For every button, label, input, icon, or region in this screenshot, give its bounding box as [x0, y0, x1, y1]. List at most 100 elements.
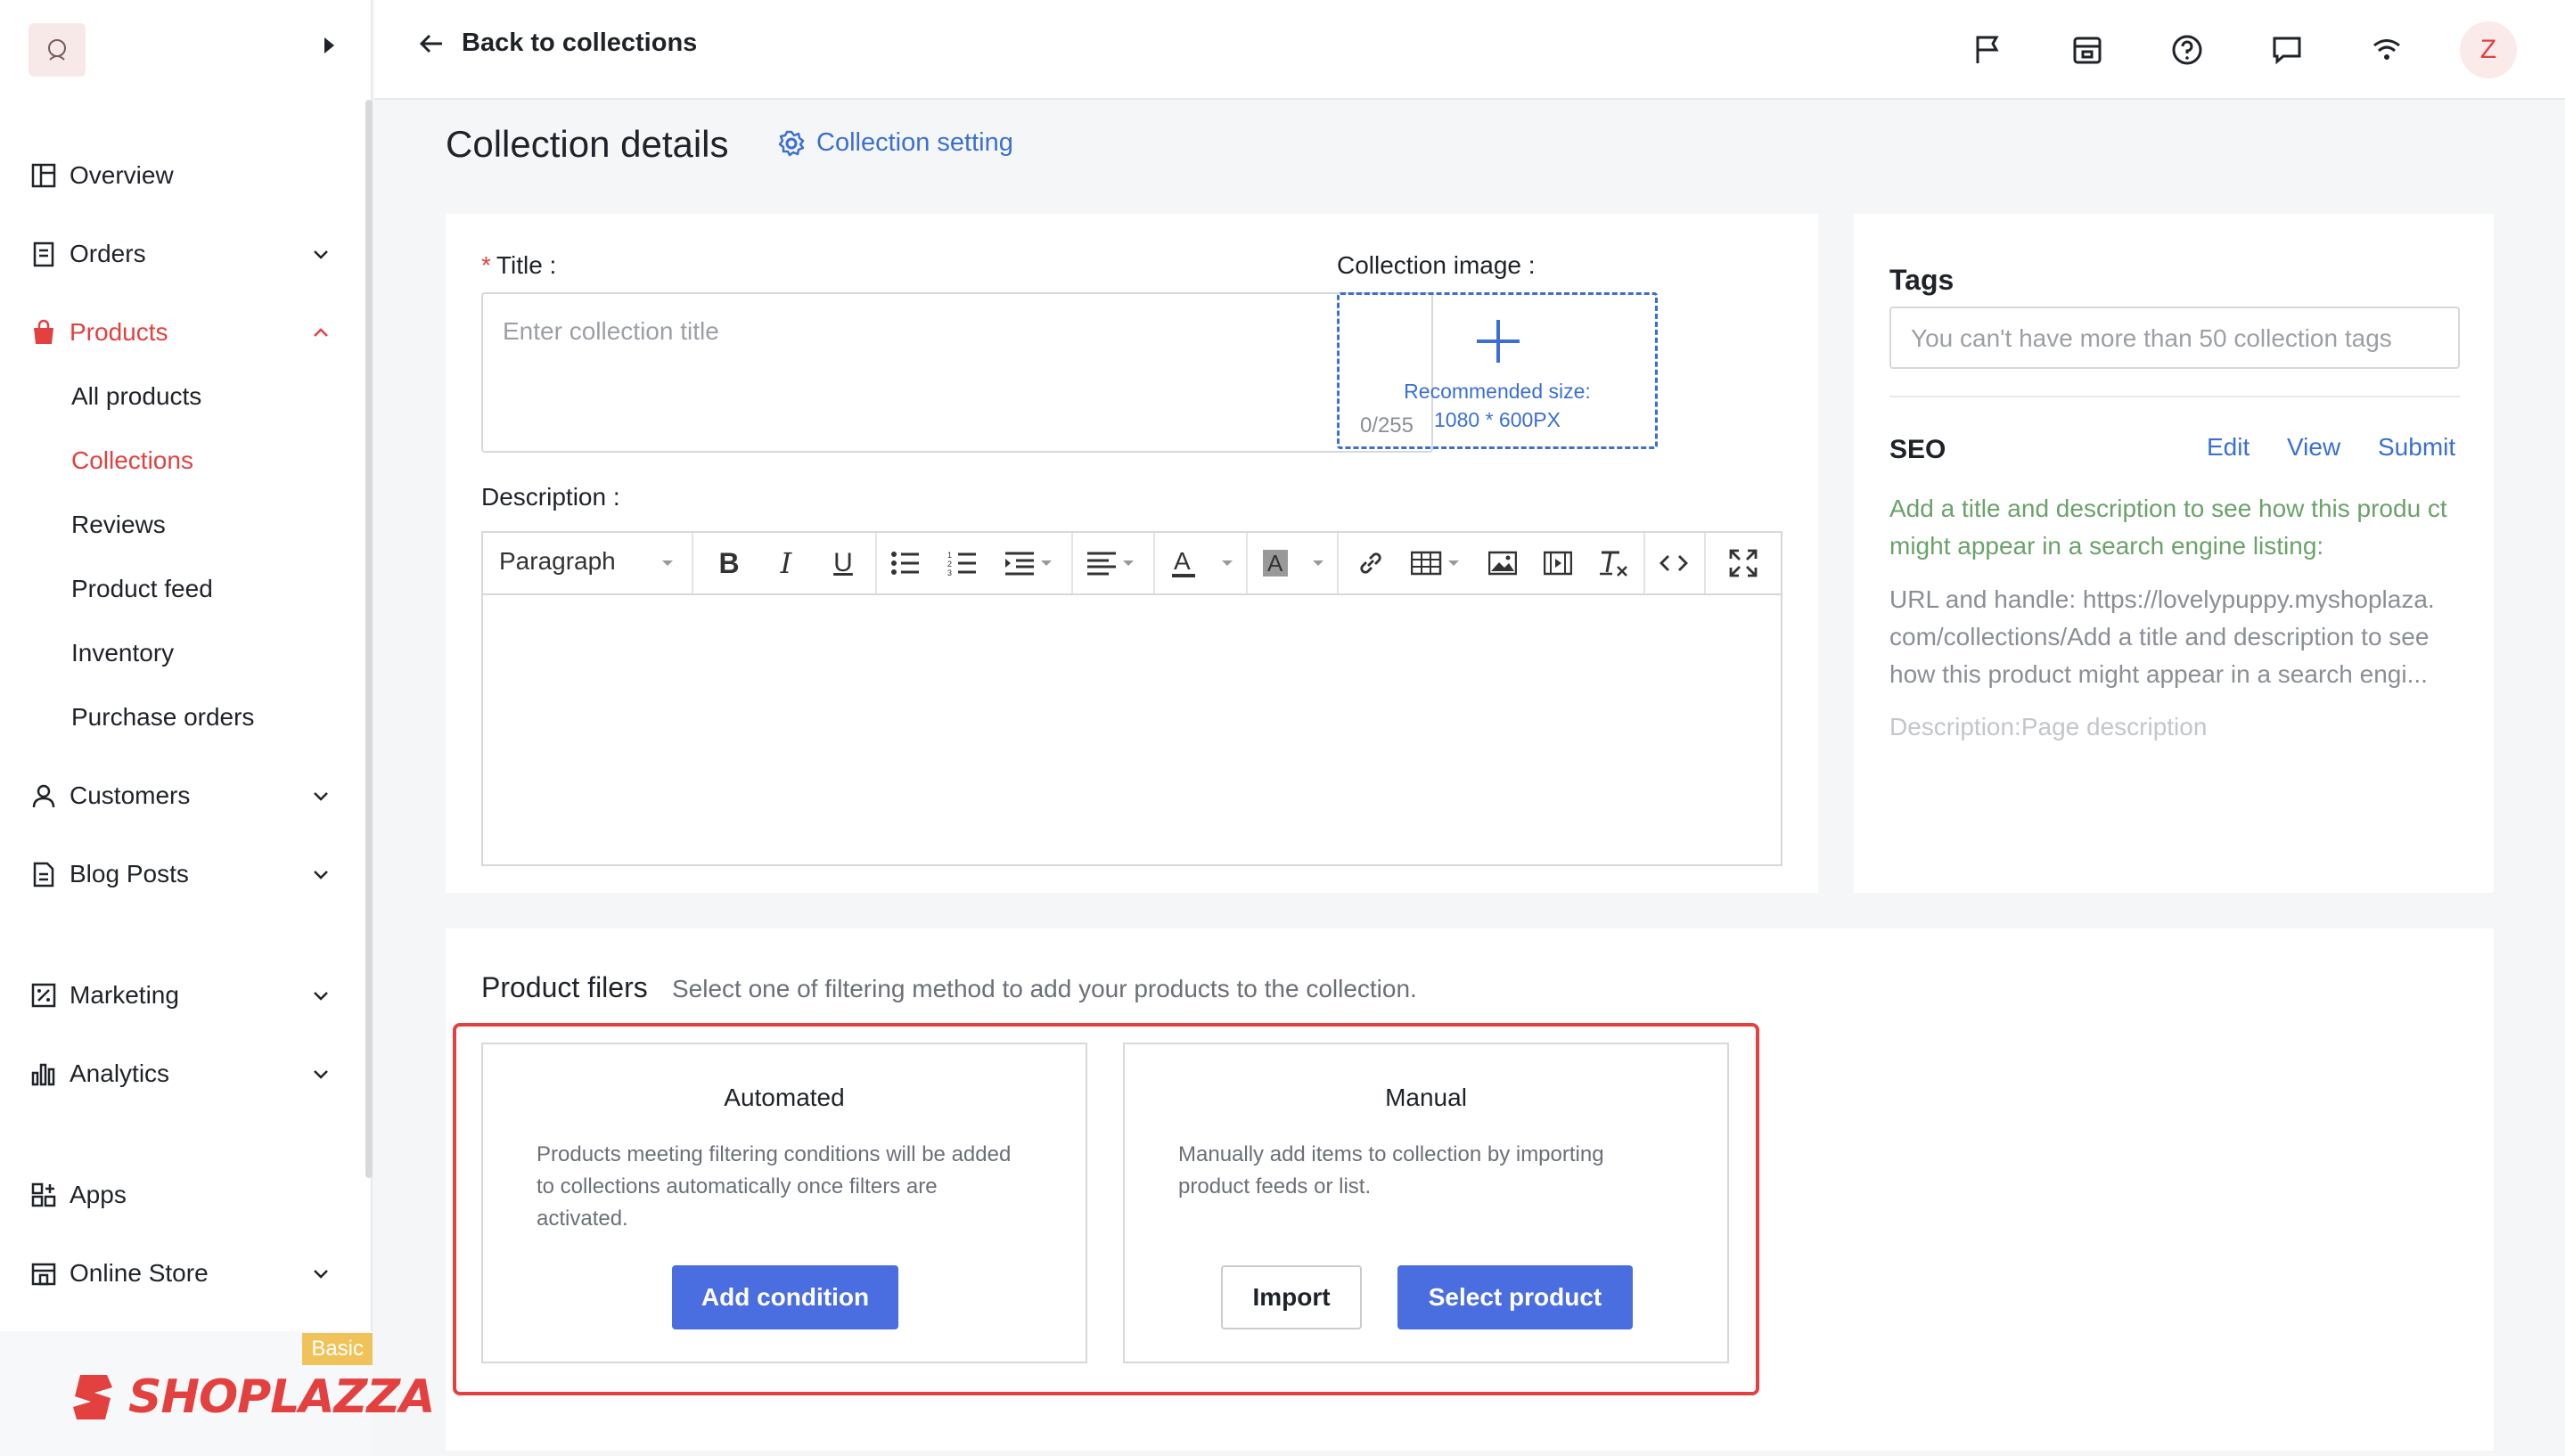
chevron-up-icon	[314, 328, 328, 337]
shoplazza-logo: SHOPLAZZA	[68, 1370, 435, 1424]
nav-customers[interactable]: Customers	[0, 766, 364, 825]
sidebar-item-all-products[interactable]: All products	[71, 374, 201, 419]
automated-option: Automated Products meeting filtering con…	[481, 1043, 1087, 1363]
seo-submit-link[interactable]: Submit	[2378, 433, 2455, 462]
italic-icon[interactable]: I	[768, 544, 804, 583]
toolbar-separator	[692, 533, 693, 593]
nav-marketing[interactable]: Marketing	[0, 966, 364, 1025]
nav-analytics[interactable]: Analytics	[0, 1044, 364, 1103]
background-color-icon[interactable]: A	[1258, 544, 1330, 583]
store-front-icon[interactable]	[2066, 29, 2109, 71]
nav-label: Products	[70, 318, 168, 346]
store-icon	[29, 1258, 59, 1288]
hint-line-2: 1080 * 600PX	[1434, 408, 1561, 431]
arrow-left-icon	[419, 34, 442, 53]
image-icon[interactable]	[1485, 544, 1520, 583]
description-text-area[interactable]	[483, 597, 1781, 864]
chat-icon[interactable]	[2266, 29, 2308, 71]
collection-form-card: * Title : Enter collection title 0/255 Co…	[446, 214, 1818, 893]
top-bar: Back to collections Z	[374, 0, 2565, 100]
font-color-icon[interactable]: A	[1168, 544, 1239, 583]
toolbar-separator	[1153, 533, 1155, 593]
bullet-list-icon[interactable]	[886, 544, 925, 583]
nav-label: Online Store	[70, 1259, 209, 1287]
sidebar-scrollbar[interactable]	[365, 100, 373, 1178]
clear-format-icon[interactable]	[1595, 544, 1631, 583]
nav-online-store[interactable]: Online Store	[0, 1244, 364, 1303]
sidebar-item-product-feed[interactable]: Product feed	[71, 567, 213, 611]
toolbar-separator	[1643, 533, 1645, 593]
svg-text:A: A	[1267, 550, 1283, 577]
paragraph-select-value: Paragraph	[499, 547, 616, 575]
help-icon[interactable]	[2166, 29, 2209, 71]
table-icon[interactable]	[1406, 544, 1465, 583]
chevron-down-icon	[314, 1270, 328, 1279]
collection-image-upload[interactable]: Recommended size: 1080 * 600PX	[1337, 292, 1658, 449]
chevron-down-icon	[314, 992, 328, 1001]
manual-description: Manually add items to collection by impo…	[1178, 1142, 1604, 1198]
automated-heading: Automated	[724, 1084, 845, 1111]
sidebar-header	[0, 0, 371, 98]
import-button[interactable]: Import	[1221, 1265, 1362, 1329]
chevron-down-icon	[314, 250, 328, 259]
select-product-button[interactable]: Select product	[1397, 1265, 1633, 1329]
tags-placeholder: You can't have more than 50 collection t…	[1911, 324, 2392, 352]
nav-blog-posts[interactable]: Blog Posts	[0, 845, 364, 904]
title-input[interactable]: Enter collection title 0/255	[481, 292, 1433, 453]
svg-text:A: A	[1174, 548, 1191, 575]
tags-seo-card: Tags You can't have more than 50 collect…	[1854, 214, 2494, 893]
orders-icon	[29, 239, 59, 269]
back-to-collections-link[interactable]: Back to collections	[417, 29, 697, 58]
collapse-sidebar-icon[interactable]	[324, 37, 334, 53]
flag-icon[interactable]	[1966, 29, 2009, 71]
title-placeholder: Enter collection title	[503, 317, 719, 345]
nav-products[interactable]: Products	[0, 303, 364, 362]
wifi-icon[interactable]	[2365, 29, 2408, 71]
caret-down-icon	[661, 560, 673, 566]
collection-setting-label: Collection setting	[816, 128, 1013, 157]
collection-setting-link[interactable]: Collection setting	[777, 128, 1013, 158]
bold-icon[interactable]: B	[711, 544, 747, 583]
code-view-icon[interactable]	[1656, 544, 1692, 583]
link-icon[interactable]	[1353, 544, 1389, 583]
fullscreen-icon[interactable]	[1725, 544, 1761, 583]
seo-view-link[interactable]: View	[2287, 433, 2340, 462]
nav-label: Analytics	[70, 1059, 170, 1087]
back-label: Back to collections	[462, 29, 698, 57]
editor-toolbar: Paragraph B I U 123 A A	[483, 533, 1781, 595]
numbered-list-icon[interactable]: 123	[943, 544, 982, 583]
seo-edit-link[interactable]: Edit	[2207, 433, 2249, 462]
plan-badge: Basic	[302, 1333, 373, 1365]
sidebar-item-collections[interactable]: Collections	[71, 438, 193, 483]
seo-hint: Add a title and description to see how t…	[1889, 495, 2447, 560]
underline-icon[interactable]: U	[825, 544, 861, 583]
description-label-text: Description	[481, 483, 607, 511]
tags-input[interactable]: You can't have more than 50 collection t…	[1889, 307, 2460, 369]
nav-orders[interactable]: Orders	[0, 225, 364, 283]
description-label: Description :	[481, 483, 620, 511]
paragraph-select[interactable]: Paragraph	[499, 547, 676, 576]
product-filters-title: Product filers	[481, 971, 648, 1003]
store-logo[interactable]	[29, 23, 86, 77]
toolbar-separator	[1704, 533, 1706, 593]
nav-label: Customers	[70, 781, 191, 809]
nav-overview[interactable]: Overview	[0, 146, 364, 205]
nav-apps[interactable]: Apps	[0, 1166, 364, 1224]
blog-icon	[29, 859, 59, 889]
sidebar-item-reviews[interactable]: Reviews	[71, 503, 166, 547]
indent-icon[interactable]	[1000, 544, 1059, 583]
analytics-icon	[29, 1059, 59, 1089]
divider	[1889, 396, 2460, 397]
manual-heading: Manual	[1385, 1084, 1467, 1111]
video-icon[interactable]	[1540, 544, 1576, 583]
collection-image-label: Collection image :	[1337, 251, 1536, 279]
sidebar-item-purchase-orders[interactable]: Purchase orders	[71, 695, 254, 740]
avatar[interactable]: Z	[2460, 21, 2517, 78]
toolbar-separator	[1246, 533, 1248, 593]
sidebar: Overview Orders Products All products Co…	[0, 0, 435, 1456]
product-filters-subtitle: Select one of filtering method to add yo…	[672, 975, 1417, 1002]
sidebar-item-inventory[interactable]: Inventory	[71, 631, 174, 675]
align-icon[interactable]	[1082, 544, 1141, 583]
title-label-text: Title	[496, 251, 543, 279]
add-condition-button[interactable]: Add condition	[672, 1265, 898, 1329]
